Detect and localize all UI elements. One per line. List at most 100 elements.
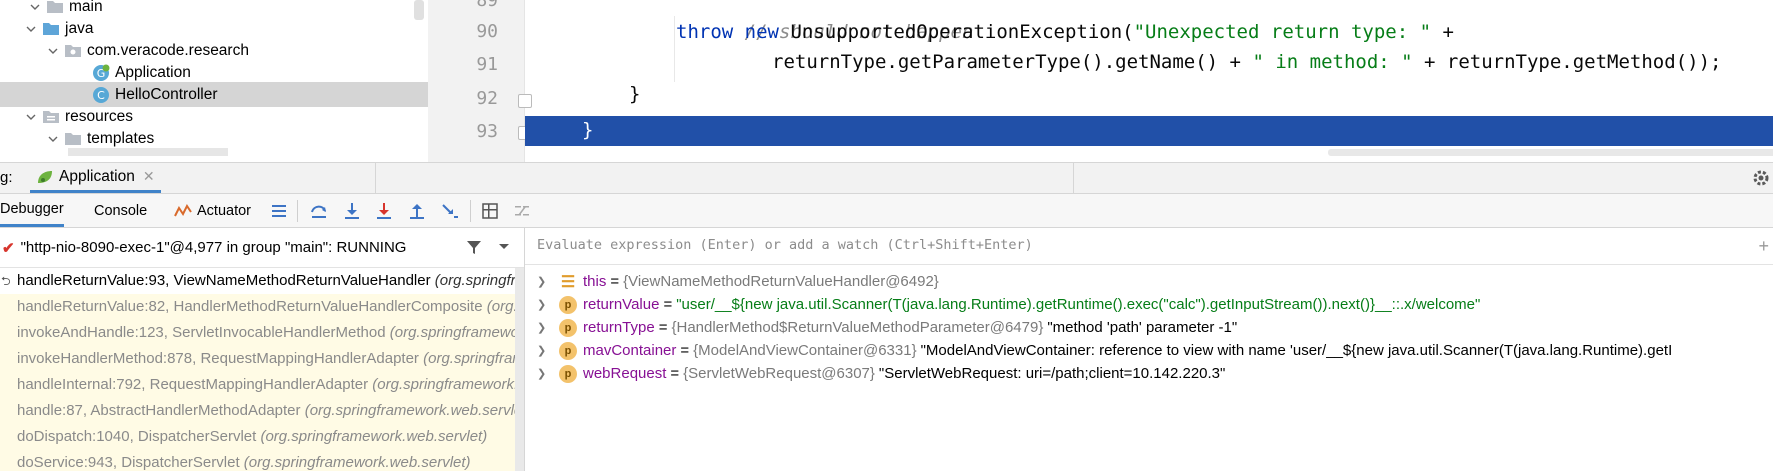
frame-row[interactable]: doService:943, DispatcherServlet (org.sp… bbox=[0, 450, 524, 471]
trace-current-stream-icon[interactable] bbox=[513, 202, 531, 220]
variable-row-returnvalue[interactable]: ❯ p returnValue = "user/__${new java.uti… bbox=[525, 292, 1773, 317]
gear-icon[interactable] bbox=[1751, 168, 1771, 188]
chevron-down-icon[interactable] bbox=[24, 110, 38, 124]
chevron-down-icon[interactable] bbox=[46, 44, 60, 58]
code-line-93: } bbox=[582, 114, 593, 147]
tree-item-label: com.veracode.research bbox=[87, 41, 249, 59]
thread-selector[interactable]: ✔ "http-nio-8090-exec-1"@4,977 in group … bbox=[0, 228, 524, 268]
chevron-down-icon[interactable] bbox=[28, 0, 42, 14]
variable-row-returntype[interactable]: ❯ p returnType = {HandlerMethod$ReturnVa… bbox=[525, 315, 1773, 340]
frames-scrollbar[interactable] bbox=[515, 268, 524, 471]
code-editor[interactable]: 89 90 91 92 93 // should not happen thro… bbox=[428, 0, 1773, 162]
tree-scrollbar[interactable] bbox=[414, 0, 424, 20]
variable-type: {ModelAndViewContainer@6331} bbox=[693, 342, 917, 359]
debug-window-label: g: bbox=[0, 169, 13, 186]
frame-package: (org.springframework.web.servlet.mvc.met… bbox=[434, 272, 524, 289]
variable-name: this bbox=[583, 273, 607, 290]
variable-row-mavcontainer[interactable]: ❯ p mavContainer = {ModelAndViewContaine… bbox=[525, 338, 1773, 363]
evaluate-placeholder: Evaluate expression (Enter) or add a wat… bbox=[537, 237, 1033, 253]
code-line-90: throw new UnsupportedOperationException(… bbox=[676, 16, 1454, 49]
add-watch-icon[interactable]: + bbox=[1758, 236, 1769, 257]
frame-row[interactable]: handleReturnValue:82, HandlerMethodRetur… bbox=[0, 294, 524, 320]
equals-sign: = bbox=[670, 365, 680, 382]
show-execution-point-icon[interactable] bbox=[270, 202, 288, 220]
chevron-right-icon[interactable]: ❯ bbox=[537, 275, 549, 288]
chevron-down-icon[interactable] bbox=[497, 239, 511, 257]
variable-value: "ServletWebRequest: uri=/path;client=10.… bbox=[878, 365, 1226, 382]
evaluate-expression-field[interactable]: Evaluate expression (Enter) or add a wat… bbox=[525, 228, 1773, 265]
tab-application-session[interactable]: Application ✕ bbox=[30, 163, 161, 193]
code-line-92: } bbox=[629, 78, 640, 111]
frame-method: invokeHandlerMethod:878, RequestMappingH… bbox=[17, 350, 419, 367]
tree-item-label: templates bbox=[87, 129, 155, 147]
tab-label: Actuator bbox=[197, 202, 251, 219]
frame-package: (org.springframework.web.servlet.mvc.met… bbox=[304, 402, 525, 419]
fold-marker[interactable] bbox=[518, 94, 532, 108]
frame-package: (org.springframework.web.servlet.mvc.met… bbox=[389, 324, 524, 341]
frame-method: doService:943, DispatcherServlet bbox=[17, 454, 240, 471]
variable-name: returnType bbox=[583, 319, 655, 336]
line-number: 89 bbox=[476, 0, 498, 11]
toolbar-divider bbox=[297, 200, 298, 222]
folder-icon bbox=[46, 0, 64, 14]
keyword-throw: throw bbox=[676, 21, 734, 43]
frame-method: handleInternal:792, RequestMappingHandle… bbox=[17, 376, 369, 393]
chevron-down-icon[interactable] bbox=[46, 132, 60, 146]
session-tab-label: Application bbox=[59, 167, 135, 185]
parameter-icon: p bbox=[559, 341, 577, 360]
frame-row[interactable]: handle:87, AbstractHandlerMethodAdapter … bbox=[0, 398, 525, 424]
editor-horizontal-scrollbar[interactable] bbox=[1328, 149, 1773, 156]
line-number: 90 bbox=[476, 21, 498, 42]
tree-item-label: main bbox=[69, 0, 103, 15]
frames-panel: ✔ "http-nio-8090-exec-1"@4,977 in group … bbox=[0, 228, 525, 471]
tab-debugger[interactable]: Debugger bbox=[0, 194, 64, 227]
frame-row[interactable]: invokeHandlerMethod:878, RequestMappingH… bbox=[0, 346, 524, 372]
variable-type: {HandlerMethod$ReturnValueMethodParamete… bbox=[671, 319, 1044, 336]
code-text: + returnType.getMethod()); bbox=[1412, 51, 1722, 73]
current-line-highlight bbox=[525, 116, 1773, 146]
tab-actuator[interactable]: Actuator bbox=[174, 194, 251, 227]
tab-label: Console bbox=[94, 202, 148, 219]
variable-name: webRequest bbox=[583, 365, 667, 382]
frame-method: handleReturnValue:82, HandlerMethodRetur… bbox=[17, 298, 483, 315]
variable-row-this[interactable]: ❯ ☰ this = {ViewNameMethodReturnValueHan… bbox=[525, 269, 1773, 294]
force-step-into-icon[interactable] bbox=[375, 202, 393, 220]
code-line-89: // should not happen bbox=[676, 0, 974, 43]
equals-sign: = bbox=[610, 273, 620, 290]
tab-console[interactable]: Console bbox=[94, 194, 147, 227]
header-divider bbox=[1073, 163, 1074, 194]
tree-horizontal-scrollbar[interactable] bbox=[68, 148, 228, 156]
step-into-icon[interactable] bbox=[343, 202, 361, 220]
frame-row-current[interactable]: ⮌ handleReturnValue:93, ViewNameMethodRe… bbox=[0, 268, 524, 294]
chevron-down-icon[interactable] bbox=[24, 22, 38, 36]
source-folder-icon bbox=[42, 21, 60, 36]
frame-row[interactable]: doDispatch:1040, DispatcherServlet (org.… bbox=[0, 424, 524, 450]
step-out-icon[interactable] bbox=[408, 202, 426, 220]
run-to-cursor-icon[interactable] bbox=[441, 202, 459, 220]
ide-window: main java com.veracode.research G Applic… bbox=[0, 0, 1773, 471]
frame-package: (org.springframework.web.servlet) bbox=[243, 454, 471, 471]
close-icon[interactable]: ✕ bbox=[143, 168, 155, 185]
frame-package: (org.springframework.web.servlet.mvc.met… bbox=[372, 376, 524, 393]
variable-name: mavContainer bbox=[583, 342, 677, 359]
parameter-icon: p bbox=[559, 318, 577, 337]
debug-toolbar: Debugger Console Actuator bbox=[0, 194, 1773, 228]
chevron-right-icon[interactable]: ❯ bbox=[537, 367, 549, 380]
variable-row-webrequest[interactable]: ❯ p webRequest = {ServletWebRequest@6307… bbox=[525, 361, 1773, 386]
chevron-right-icon[interactable]: ❯ bbox=[537, 321, 549, 334]
frame-row[interactable]: handleInternal:792, RequestMappingHandle… bbox=[0, 372, 524, 398]
frame-row[interactable]: invokeAndHandle:123, ServletInvocableHan… bbox=[0, 320, 524, 346]
line-number: 93 bbox=[476, 121, 498, 142]
chevron-right-icon[interactable]: ❯ bbox=[537, 298, 549, 311]
code-string: " in method: " bbox=[1252, 51, 1413, 73]
step-over-icon[interactable] bbox=[310, 202, 328, 220]
resources-folder-icon bbox=[42, 109, 60, 124]
chevron-right-icon[interactable]: ❯ bbox=[537, 344, 549, 357]
frame-method: handleReturnValue:93, ViewNameMethodRetu… bbox=[17, 272, 431, 289]
tree-item-label: Application bbox=[115, 63, 191, 81]
evaluate-expression-icon[interactable] bbox=[481, 202, 499, 220]
filter-icon[interactable] bbox=[466, 239, 482, 259]
parameter-icon: p bbox=[559, 364, 577, 383]
tab-label: Debugger bbox=[0, 201, 64, 217]
code-brace: } bbox=[582, 119, 594, 141]
